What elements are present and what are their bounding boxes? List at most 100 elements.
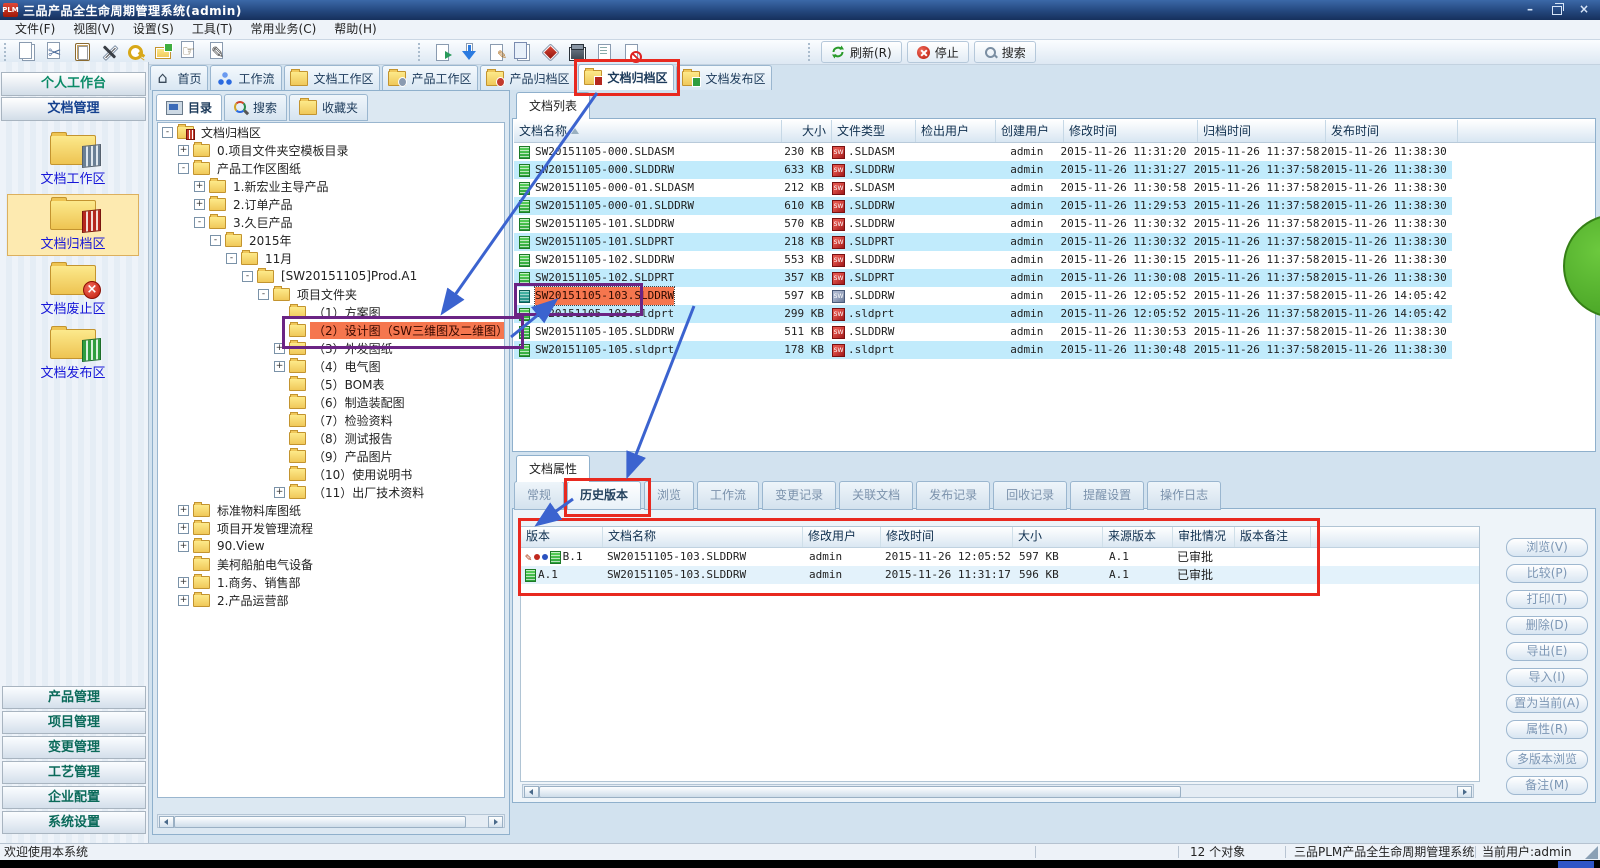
tree-node[interactable]: +2.订单产品 [158,195,504,213]
table-row[interactable]: SW20151105-105.sldprt178 KBSW.sldprtadmi… [514,341,1452,359]
tree-node-label[interactable]: 0.项目文件夹空模板目录 [214,142,351,159]
version-button-属性(R)[interactable]: 属性(R) [1506,720,1588,739]
tree-node-label[interactable]: 标准物料库图纸 [214,502,304,519]
stop-button[interactable]: 停止 [907,41,969,63]
tree-node-label[interactable]: 3.久巨产品 [230,214,295,231]
sidebar-section-工艺管理[interactable]: 工艺管理 [2,761,146,784]
version-horizontal-scrollbar[interactable] [522,784,1474,798]
scrollbar-thumb[interactable] [174,816,466,828]
subtab-常规[interactable]: 常规 [514,481,564,510]
column-header-归档时间[interactable]: 归档时间 [1198,120,1326,142]
signature-icon[interactable] [206,41,228,63]
subtab-历史版本[interactable]: 历史版本 [567,481,641,510]
sidebar-section-产品管理[interactable]: 产品管理 [2,686,146,709]
tree-node-label[interactable]: （10）使用说明书 [310,466,415,483]
sidebar-section-项目管理[interactable]: 项目管理 [2,711,146,734]
column-header-创建用户[interactable]: 创建用户 [996,120,1064,142]
refresh-button[interactable]: 刷新(R) [821,41,902,63]
tree-expand-toggle[interactable]: + [178,541,189,552]
tree-tab-收藏夹[interactable]: 收藏夹 [289,94,368,121]
tree-node-label[interactable]: （1）方案图 [310,304,384,321]
copy-doc-icon[interactable] [512,41,534,63]
tree-node-label[interactable]: （6）制造装配图 [310,394,408,411]
tree-node[interactable]: （7）检验资料 [158,411,504,429]
tree-node[interactable]: +（3）外发图纸 [158,339,504,357]
version-row[interactable]: A.1SW20151105-103.SLDDRWadmin2015-11-26 … [521,566,1479,584]
tree-expand-toggle[interactable]: - [258,289,269,300]
tree-node[interactable]: （6）制造装配图 [158,393,504,411]
tree-node[interactable]: + 标准物料库图纸 [158,501,504,519]
new-folder-icon[interactable] [152,41,174,63]
column-header-发布时间[interactable]: 发布时间 [1326,120,1458,142]
doc-list-icon[interactable] [593,41,615,63]
column-header-大小[interactable]: 大小 [782,120,832,142]
version-column-header-来源版本[interactable]: 来源版本 [1103,527,1173,547]
subtab-操作日志[interactable]: 操作日志 [1147,481,1221,510]
tree-expand-toggle[interactable]: + [178,523,189,534]
version-button-导入(I)[interactable]: 导入(I) [1506,668,1588,687]
sidebar-item-文档工作区[interactable]: 文档工作区 [7,130,139,192]
tree-node[interactable]: （10）使用说明书 [158,465,504,483]
tree-expand-toggle[interactable]: - [162,127,173,138]
version-column-header-文档名称[interactable]: 文档名称 [603,527,803,547]
tree-expand-toggle[interactable]: - [194,217,205,228]
tree-node-label[interactable]: 2015年 [246,232,295,249]
tree-node-label[interactable]: （9）产品图片 [310,448,396,465]
tab-文档工作区[interactable]: 文档工作区 [284,65,380,90]
version-column-header-修改时间[interactable]: 修改时间 [881,527,1013,547]
tree-node[interactable]: （9）产品图片 [158,447,504,465]
table-row[interactable]: SW20151105-103.SLDDRW597 KBSW.SLDDRWadmi… [514,287,1452,305]
tree-node-label[interactable]: 90.View [214,539,268,553]
tree-expand-toggle[interactable]: - [178,163,189,174]
tree-node[interactable]: -2015年 [158,231,504,249]
version-column-header-修改用户[interactable]: 修改用户 [803,527,881,547]
tree-expand-toggle[interactable]: + [194,199,205,210]
version-button-浏览(V)[interactable]: 浏览(V) [1506,538,1588,557]
close-button[interactable]: × [1574,2,1594,17]
tree-expand-toggle[interactable]: + [274,361,285,372]
download-icon[interactable] [458,41,480,63]
tree-node[interactable]: （1）方案图 [158,303,504,321]
sidebar-item-文档发布区[interactable]: 文档发布区 [7,324,139,386]
table-row[interactable]: SW20151105-102.SLDPRT357 KBSW.SLDPRTadmi… [514,269,1452,287]
menu-item[interactable]: 常用业务(C) [242,20,326,39]
subtab-关联文档[interactable]: 关联文档 [839,481,913,510]
pointer-icon[interactable] [179,41,201,63]
sidebar-section-企业配置[interactable]: 企业配置 [2,786,146,809]
sidebar-section-系统设置[interactable]: 系统设置 [2,811,146,834]
tree-node[interactable]: +1.商务、销售部 [158,573,504,591]
version-button-删除(D)[interactable]: 删除(D) [1506,616,1588,635]
version-button-导出(E)[interactable]: 导出(E) [1506,642,1588,661]
cut-icon[interactable] [44,41,66,63]
tree-node[interactable]: -[SW20151105]Prod.A1 [158,267,504,285]
tree-expand-toggle[interactable]: + [178,505,189,516]
tree-node-label[interactable]: 11月 [262,250,295,267]
tree-node-label[interactable]: 项目开发管理流程 [214,520,316,537]
tab-文档发布区[interactable]: 文档发布区 [676,65,772,90]
sidebar-section-变更管理[interactable]: 变更管理 [2,736,146,759]
tree-node-label[interactable]: 1.新宏业主导产品 [230,178,331,195]
column-header-文件类型[interactable]: 文件类型 [832,120,916,142]
tree-node-label[interactable]: 文档归档区 [198,124,264,141]
tree-tab-搜索[interactable]: 搜索 [224,94,287,121]
version-button-置为当前(A)[interactable]: 置为当前(A) [1506,694,1588,713]
version-column-header-大小[interactable]: 大小 [1013,527,1103,547]
tab-产品工作区[interactable]: 产品工作区 [382,65,478,90]
menu-item[interactable]: 设置(S) [124,20,183,39]
tree-node[interactable]: -产品工作区图纸 [158,159,504,177]
table-row[interactable]: SW20151105-000.SLDASM230 KBSW.SLDASMadmi… [514,143,1452,161]
resize-grip[interactable] [1585,846,1598,859]
tree-expand-toggle[interactable]: + [274,487,285,498]
tab-工作流[interactable]: 工作流 [210,65,282,90]
table-row[interactable]: SW20151105-105.SLDDRW511 KBSW.SLDDRWadmi… [514,323,1452,341]
tree-node[interactable]: - 3.久巨产品 [158,213,504,231]
sidebar-section-document-management[interactable]: 文档管理 [1,97,146,121]
tree-node-label[interactable]: 美柯船舶电气设备 [214,556,316,573]
scroll-left-arrow[interactable] [524,786,539,798]
tree-node-label[interactable]: （3）外发图纸 [310,340,396,357]
edit-doc-icon[interactable] [485,41,507,63]
tree-node[interactable]: （2）设计图（SW三维图及二维图） [158,321,504,339]
tab-首页[interactable]: 首页 [150,65,208,90]
doc-props-tab[interactable]: 文档属性 [516,455,590,482]
search-button[interactable]: 搜索 [974,41,1036,63]
